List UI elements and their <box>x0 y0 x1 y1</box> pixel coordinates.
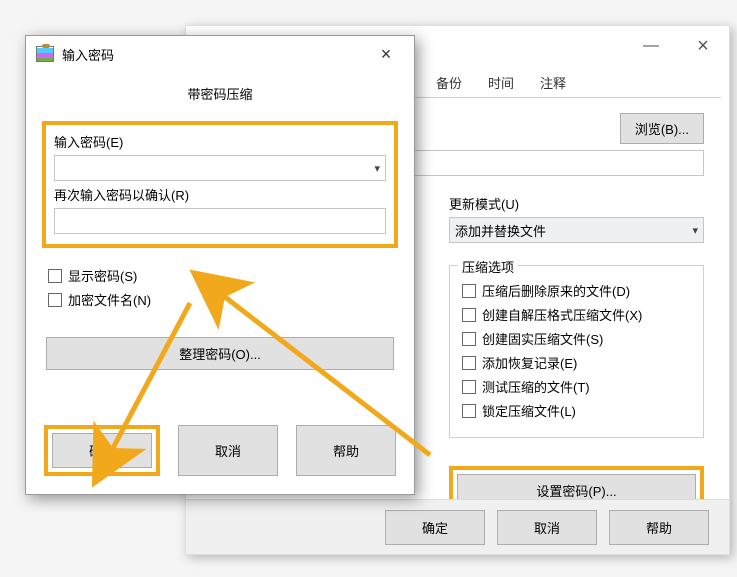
window-controls: — × <box>625 26 729 66</box>
opt-test[interactable]: 测试压缩的文件(T) <box>462 377 691 396</box>
checkbox-icon <box>462 308 476 322</box>
tab-time[interactable]: 时间 <box>476 67 526 98</box>
update-mode-label: 更新模式(U) <box>449 194 704 213</box>
front-window-title: 输入密码 <box>62 45 358 64</box>
tab-backup[interactable]: 备份 <box>424 67 474 98</box>
confirm-password-label: 再次输入密码以确认(R) <box>54 185 386 204</box>
update-mode-select[interactable]: 添加并替换文件 ▾ <box>449 217 704 243</box>
front-cancel-button[interactable]: 取消 <box>178 425 278 476</box>
front-help-button[interactable]: 帮助 <box>296 425 396 476</box>
confirm-password-input[interactable] <box>54 208 386 234</box>
organize-row: 整理密码(O)... <box>46 337 394 370</box>
chevron-down-icon: ▾ <box>374 162 380 175</box>
password-dialog: 输入密码 × 带密码压缩 输入密码(E) ▾ 再次输入密码以确认(R) 显示密码… <box>25 35 415 495</box>
front-titlebar: 输入密码 × <box>26 36 414 72</box>
organize-passwords-button[interactable]: 整理密码(O)... <box>46 337 394 370</box>
checkbox-icon <box>462 356 476 370</box>
update-mode-value: 添加并替换文件 <box>455 221 546 240</box>
back-button-row: 确定 取消 帮助 <box>186 499 729 554</box>
group-title: 压缩选项 <box>458 257 518 276</box>
checkbox-icon <box>48 269 62 283</box>
opt-sfx[interactable]: 创建自解压格式压缩文件(X) <box>462 305 691 324</box>
minimize-button[interactable]: — <box>625 26 677 66</box>
compress-options-group: 压缩选项 压缩后删除原来的文件(D) 创建自解压格式压缩文件(X) 创建固实压缩… <box>449 265 704 438</box>
tab-comment[interactable]: 注释 <box>528 67 578 98</box>
back-ok-button[interactable]: 确定 <box>385 510 485 545</box>
password-input[interactable]: ▾ <box>54 155 386 181</box>
checkbox-icon <box>462 404 476 418</box>
checkbox-icon <box>462 332 476 346</box>
front-button-row: 确定 取消 帮助 <box>26 425 414 476</box>
chevron-down-icon: ▾ <box>692 224 698 237</box>
encrypt-names-check[interactable]: 加密文件名(N) <box>48 290 392 309</box>
front-checks: 显示密码(S) 加密文件名(N) <box>48 266 392 309</box>
dialog-heading: 带密码压缩 <box>26 72 414 121</box>
back-cancel-button[interactable]: 取消 <box>497 510 597 545</box>
back-help-button[interactable]: 帮助 <box>609 510 709 545</box>
browse-button[interactable]: 浏览(B)... <box>620 113 704 144</box>
opt-delete-after[interactable]: 压缩后删除原来的文件(D) <box>462 281 691 300</box>
checkbox-icon <box>48 293 62 307</box>
ok-highlight: 确定 <box>44 425 160 476</box>
front-close-button[interactable]: × <box>366 39 406 69</box>
checkbox-icon <box>462 380 476 394</box>
checkbox-icon <box>462 284 476 298</box>
opt-lock[interactable]: 锁定压缩文件(L) <box>462 401 691 420</box>
opt-recovery[interactable]: 添加恢复记录(E) <box>462 353 691 372</box>
show-password-check[interactable]: 显示密码(S) <box>48 266 392 285</box>
password-label: 输入密码(E) <box>54 132 386 151</box>
front-ok-button[interactable]: 确定 <box>52 433 152 468</box>
close-button[interactable]: × <box>677 26 729 66</box>
winrar-icon <box>36 46 54 62</box>
password-fields-highlight: 输入密码(E) ▾ 再次输入密码以确认(R) <box>42 121 398 248</box>
opt-solid[interactable]: 创建固实压缩文件(S) <box>462 329 691 348</box>
